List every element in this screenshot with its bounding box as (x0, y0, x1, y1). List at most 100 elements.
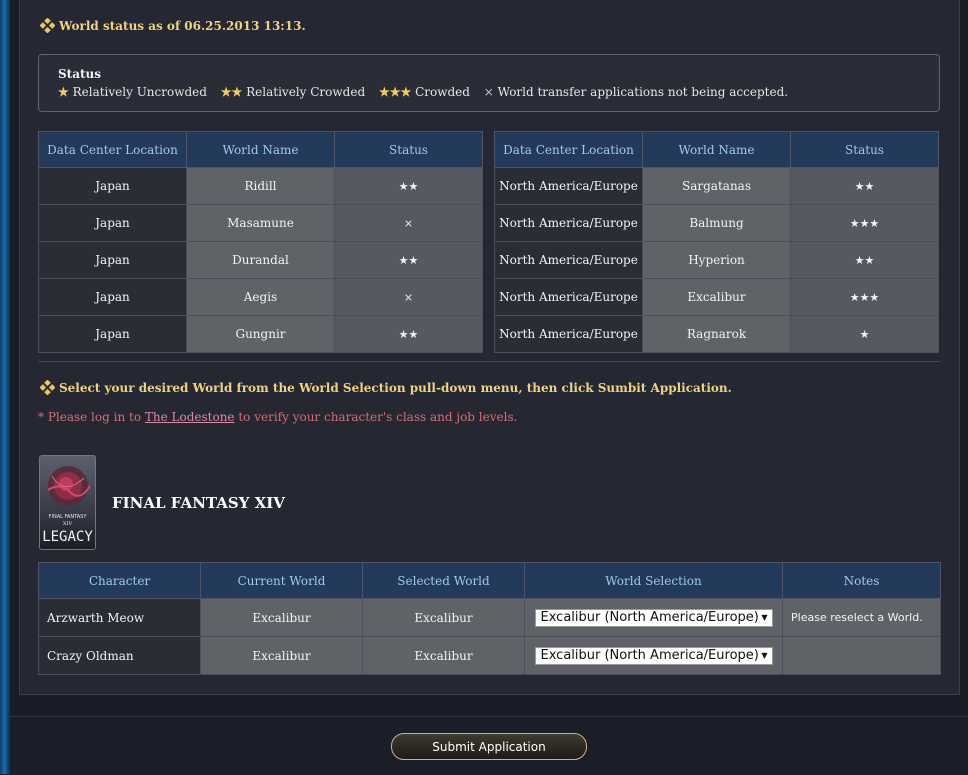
table-row: North America/Europe Ragnarok ★ (494, 315, 939, 353)
legend-label: Relatively Crowded (246, 85, 366, 99)
legend-marker: ★ (58, 85, 69, 99)
game-title: FINAL FANTASY XIV (112, 494, 285, 512)
japan-world-table: Data Center Location World Name Status J… (38, 131, 483, 353)
column-header: Selected World (362, 562, 525, 599)
lodestone-link[interactable]: The Lodestone (145, 410, 235, 424)
current-world: Excalibur (200, 636, 363, 675)
table-header-row: Character Current World Selected World W… (38, 562, 941, 599)
location-cell: Japan (38, 241, 187, 279)
world-cell: Aegis (186, 278, 335, 316)
column-header: Status (790, 131, 939, 168)
column-header: World Selection (524, 562, 783, 599)
left-edge-decoration (0, 0, 10, 774)
column-header: Current World (200, 562, 363, 599)
instructions-text: Select your desired World from the World… (59, 380, 732, 395)
note-prefix: * Please log in to (38, 410, 145, 424)
world-select-dropdown[interactable]: Excalibur (North America/Europe) ▼ (534, 608, 773, 627)
column-header: Character (38, 562, 201, 599)
status-cell: ★★ (790, 167, 939, 205)
character-name: Crazy Oldman (38, 636, 201, 675)
table-row: North America/Europe Excalibur ★★★ (494, 278, 939, 316)
table-row: Arzwarth Meow Excalibur Excalibur Excali… (38, 598, 941, 637)
world-cell: Hyperion (642, 241, 791, 279)
legend-title: Status (58, 67, 102, 81)
logo-text-xiv: XIV (63, 521, 73, 527)
status-cell: ★★ (334, 167, 483, 205)
section-divider (38, 361, 940, 362)
world-cell: Gungnir (186, 315, 335, 353)
table-row: North America/Europe Sargatanas ★★ (494, 167, 939, 205)
table-row: Crazy Oldman Excalibur Excalibur Excalib… (38, 636, 941, 675)
column-header: World Name (642, 131, 791, 168)
notes-cell (782, 636, 941, 675)
ffxiv-legacy-logo: FINAL FANTASY XIV LEGACY (39, 455, 96, 550)
selected-world: Excalibur (362, 598, 525, 637)
column-header: Notes (782, 562, 941, 599)
legend-label: Relatively Uncrowded (72, 85, 207, 99)
legend-item-not-accepted: × World transfer applications not being … (484, 85, 788, 99)
world-select-dropdown[interactable]: Excalibur (North America/Europe) ▼ (534, 646, 773, 665)
status-legend: ★ Relatively Uncrowded ★★ Relatively Cro… (58, 85, 798, 99)
instructions-heading: Select your desired World from the World… (40, 380, 732, 395)
table-row: Japan Durandal ★★ (38, 241, 483, 279)
diamond-cluster-icon (40, 18, 55, 33)
location-cell: North America/Europe (494, 204, 643, 242)
legend-marker: ★★★ (378, 85, 412, 99)
location-cell: Japan (38, 204, 187, 242)
na-eu-world-table: Data Center Location World Name Status N… (494, 131, 939, 353)
world-cell: Excalibur (642, 278, 791, 316)
location-cell: North America/Europe (494, 315, 643, 353)
location-cell: North America/Europe (494, 278, 643, 316)
status-cell: ★★ (334, 241, 483, 279)
world-cell: Durandal (186, 241, 335, 279)
status-cell: ★ (790, 315, 939, 353)
world-cell: Ridill (186, 167, 335, 205)
table-row: North America/Europe Hyperion ★★ (494, 241, 939, 279)
status-cell: ★★★ (790, 204, 939, 242)
world-cell: Masamune (186, 204, 335, 242)
legend-item-relatively-crowded: ★★ Relatively Crowded (221, 85, 365, 99)
table-header-row: Data Center Location World Name Status (494, 131, 939, 168)
table-row: Japan Gungnir ★★ (38, 315, 483, 353)
world-cell: Ragnarok (642, 315, 791, 353)
chevron-down-icon: ▼ (761, 651, 768, 660)
column-header: Status (334, 131, 483, 168)
world-selection-cell: Excalibur (North America/Europe) ▼ (524, 636, 783, 675)
location-cell: Japan (38, 167, 187, 205)
location-cell: North America/Europe (494, 167, 643, 205)
location-cell: Japan (38, 278, 187, 316)
column-header: Data Center Location (494, 131, 643, 168)
world-status-title: World status as of 06.25.2013 13:13. (59, 18, 306, 33)
logo-art: FINAL FANTASY XIV LEGACY (42, 466, 93, 545)
column-header: World Name (186, 131, 335, 168)
status-cell: × (334, 204, 483, 242)
selected-world: Excalibur (362, 636, 525, 675)
legend-marker: × (483, 85, 494, 99)
world-cell: Sargatanas (642, 167, 791, 205)
table-row: Japan Aegis × (38, 278, 483, 316)
legend-marker: ★★ (220, 85, 243, 99)
login-note: * Please log in to The Lodestone to veri… (38, 410, 517, 424)
status-cell: × (334, 278, 483, 316)
table-row: North America/Europe Balmung ★★★ (494, 204, 939, 242)
status-cell: ★★ (790, 241, 939, 279)
logo-text-top: FINAL FANTASY (49, 514, 88, 520)
logo-text-legacy: LEGACY (42, 529, 93, 545)
current-world: Excalibur (200, 598, 363, 637)
character-name: Arzwarth Meow (38, 598, 201, 637)
legend-item-uncrowded: ★ Relatively Uncrowded (58, 85, 207, 99)
column-header: Data Center Location (38, 131, 187, 168)
note-suffix: to verify your character's class and job… (234, 410, 518, 424)
table-row: Japan Masamune × (38, 204, 483, 242)
world-select-value: Excalibur (North America/Europe) (540, 610, 759, 625)
world-select-value: Excalibur (North America/Europe) (540, 648, 759, 663)
world-cell: Balmung (642, 204, 791, 242)
status-legend-box: Status ★ Relatively Uncrowded ★★ Relativ… (38, 54, 940, 112)
notes-cell: Please reselect a World. (782, 598, 941, 637)
chevron-down-icon: ▼ (761, 613, 768, 622)
location-cell: North America/Europe (494, 241, 643, 279)
submit-application-button[interactable]: Submit Application (391, 733, 587, 760)
table-header-row: Data Center Location World Name Status (38, 131, 483, 168)
world-status-heading: World status as of 06.25.2013 13:13. (40, 18, 306, 33)
legend-item-crowded: ★★★ Crowded (379, 85, 470, 99)
